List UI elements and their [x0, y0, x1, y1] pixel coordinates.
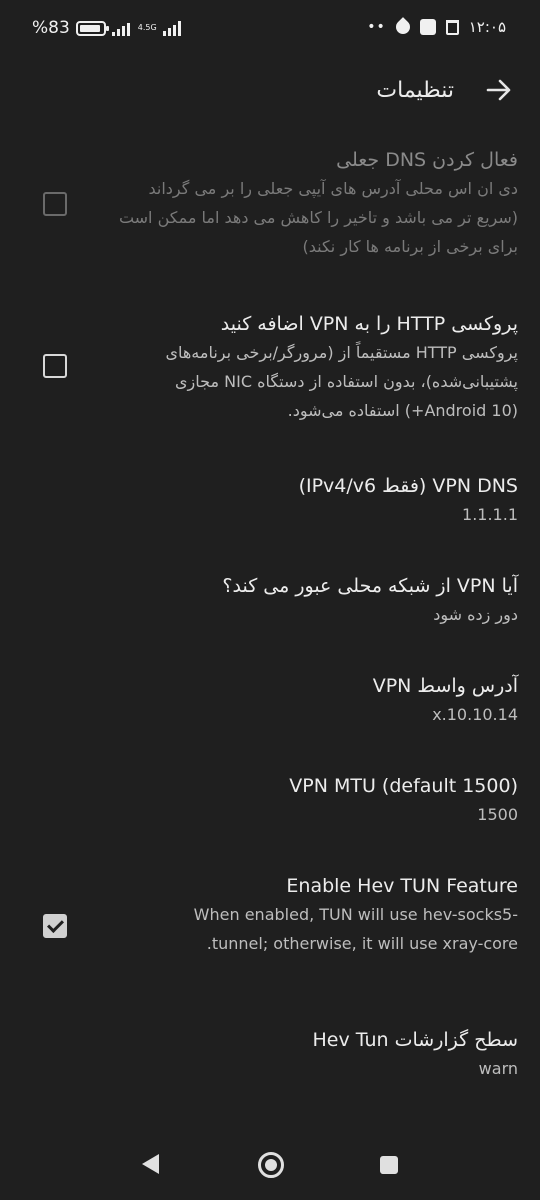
scroll-fade [0, 1110, 540, 1130]
status-right: •• ۱۲:۰۵ [367, 17, 506, 37]
setting-summary: When enabled, TUN will use hev-socks5-tu… [193, 905, 518, 953]
more-notifications-icon: •• [367, 19, 386, 35]
app-bar: تنظیمات [0, 60, 540, 120]
setting-title: VPN DNS (فقط IPv4/v6) [298, 475, 518, 497]
setting-summary: 1.1.1.1 [462, 505, 518, 524]
app-notification-icon [392, 17, 413, 37]
setting-hev-tun[interactable]: Enable Hev TUN Feature When enabled, TUN… [0, 868, 540, 998]
setting-summary: پروکسی HTTP مستقیماً از (مرورگر/برخی برن… [165, 343, 518, 420]
fake-dns-checkbox[interactable] [43, 192, 67, 216]
setting-summary: 1500 [477, 805, 518, 824]
setting-title: آیا VPN از شبکه محلی عبور می کند؟ [222, 575, 518, 597]
setting-vpn-mtu[interactable]: VPN MTU (default 1500) 1500 [0, 768, 540, 838]
nav-home-icon[interactable] [258, 1152, 284, 1178]
battery-percentage: %83 [32, 18, 70, 38]
setting-vpn-dns[interactable]: VPN DNS (فقط IPv4/v6) 1.1.1.1 [0, 468, 540, 538]
nav-back-icon[interactable] [142, 1154, 159, 1174]
setting-bypass-lan[interactable]: آیا VPN از شبکه محلی عبور می کند؟ دور زد… [0, 568, 540, 638]
setting-hev-tun-log-level[interactable]: سطح گزارشات Hev Tun warn [0, 1022, 540, 1092]
clock: ۱۲:۰۵ [468, 18, 506, 36]
setting-title: سطح گزارشات Hev Tun [312, 1029, 518, 1051]
wifi-signal-icon [111, 20, 130, 36]
setting-summary: warn [478, 1059, 518, 1078]
battery-icon [75, 20, 109, 36]
setting-title: آدرس واسط VPN [372, 675, 518, 697]
page-title: تنظیمات [376, 77, 454, 103]
network-type-label: 4.5G [137, 23, 157, 32]
cell-signal-icon [162, 20, 181, 36]
settings-list[interactable]: فعال کردن DNS جعلی دی ان اس محلی آدرس ها… [0, 130, 540, 1130]
back-arrow-icon[interactable] [484, 75, 514, 105]
setting-summary: دور زده شود [433, 605, 518, 624]
status-bar: %83 4.5G •• ۱۲:۰۵ [0, 0, 540, 60]
setting-summary: 10.10.14.x [432, 705, 518, 724]
setting-summary: دی ان اس محلی آدرس های آیپی جعلی را بر م… [118, 179, 518, 256]
http-proxy-checkbox[interactable] [43, 354, 67, 378]
app-square-icon [419, 19, 436, 35]
hev-tun-checkbox[interactable] [43, 914, 67, 938]
navigation-bar [0, 1130, 540, 1200]
trash-icon [445, 19, 459, 35]
setting-title: پروکسی HTTP را به VPN اضافه کنید [220, 313, 518, 335]
nav-recents-icon[interactable] [380, 1156, 398, 1174]
setting-fake-dns[interactable]: فعال کردن DNS جعلی دی ان اس محلی آدرس ها… [0, 140, 540, 270]
setting-title: VPN MTU (default 1500) [289, 775, 518, 797]
setting-title: فعال کردن DNS جعلی [336, 149, 518, 171]
setting-title: Enable Hev TUN Feature [286, 875, 518, 897]
status-left: %83 4.5G [32, 18, 181, 38]
setting-http-proxy[interactable]: پروکسی HTTP را به VPN اضافه کنید پروکسی … [0, 302, 540, 442]
setting-vpn-interface-address[interactable]: آدرس واسط VPN 10.10.14.x [0, 668, 540, 738]
